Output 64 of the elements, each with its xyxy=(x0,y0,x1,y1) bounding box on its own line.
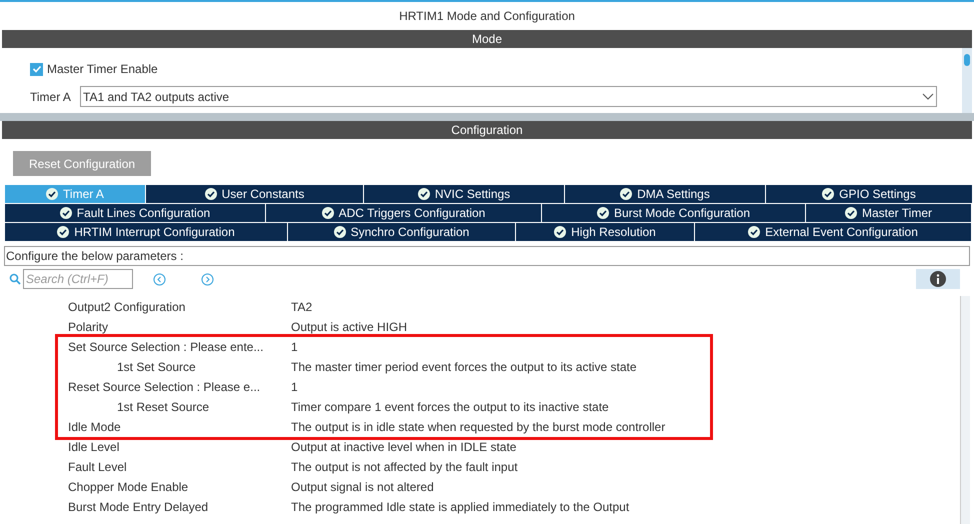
parameter-name: Chopper Mode Enable xyxy=(68,479,190,496)
check-circle-icon xyxy=(57,226,70,238)
scrollbar[interactable] xyxy=(960,296,970,524)
chevron-down-icon xyxy=(922,92,934,100)
info-icon xyxy=(930,271,946,287)
parameter-name: Reset Source Selection : Please e... xyxy=(68,379,262,396)
tab[interactable]: GPIO Settings xyxy=(766,185,972,203)
check-circle-icon xyxy=(46,188,58,200)
tab[interactable]: Fault Lines Configuration xyxy=(5,204,265,222)
parameter-name: Polarity xyxy=(68,319,110,336)
check-circle-icon xyxy=(60,207,72,219)
parameter-value[interactable]: The programmed Idle state is applied immediately to the Output xyxy=(291,498,630,516)
previous-icon[interactable] xyxy=(153,272,166,286)
check-circle-icon xyxy=(204,188,217,200)
parameter-name: Burst Mode Entry Delayed xyxy=(68,499,210,516)
parameter-value[interactable]: Output is active HIGH xyxy=(291,318,408,336)
tab[interactable]: DMA Settings xyxy=(565,185,765,203)
parameter-value[interactable]: The output is in idle state when requested by the burst mode controller xyxy=(291,418,666,436)
parameter-value[interactable]: Output signal is not altered xyxy=(291,478,434,496)
check-circle-icon xyxy=(748,226,760,238)
parameter-value[interactable]: Output at inactive level when in IDLE state xyxy=(291,438,516,456)
parameter-value[interactable]: The master timer period event forces the output to its active state xyxy=(291,358,636,376)
tab[interactable]: High Resolution xyxy=(516,223,694,241)
section-header: Mode xyxy=(2,30,972,48)
tab[interactable]: NVIC Settings xyxy=(364,185,564,203)
window-title: HRTIM1 Mode and Configuration xyxy=(398,8,576,25)
parameter-name: 1st Reset Source xyxy=(117,399,210,416)
check-circle-icon xyxy=(596,207,609,219)
check-circle-icon xyxy=(418,188,430,200)
check-circle-icon xyxy=(822,188,834,200)
tab[interactable]: Master Timer xyxy=(806,204,971,222)
next-icon[interactable] xyxy=(201,272,214,286)
instruction-text: Configure the below parameters : xyxy=(4,246,970,266)
parameter-value[interactable]: Timer compare 1 event forces the output to its inactive state xyxy=(291,398,609,416)
tab[interactable]: Synchro Configuration xyxy=(288,223,515,241)
dropdown-field[interactable]: TA1 and TA2 outputs active xyxy=(80,86,937,107)
check-circle-icon xyxy=(322,207,334,219)
check-circle-icon xyxy=(334,226,346,238)
parameter-name: 1st Set Source xyxy=(117,359,197,376)
tab[interactable]: Burst Mode Configuration xyxy=(542,204,805,222)
parameter-name: Idle Mode xyxy=(68,419,122,436)
parameter-value[interactable]: 1 xyxy=(291,378,298,396)
tab[interactable]: User Constants xyxy=(146,185,363,203)
section-header: Configuration xyxy=(2,121,972,139)
tab[interactable]: External Event Configuration xyxy=(695,223,971,241)
parameter-name: Output2 Configuration xyxy=(68,299,186,316)
check-circle-icon xyxy=(844,207,857,219)
checkbox-label: Master Timer Enable xyxy=(47,61,158,78)
parameter-value[interactable]: The output is not affected by the fault input xyxy=(291,458,518,476)
search-field[interactable]: Search (Ctrl+F) xyxy=(23,269,133,289)
parameter-name: Set Source Selection : Please ente... xyxy=(68,339,264,356)
tab[interactable]: HRTIM Interrupt Configuration xyxy=(5,223,287,241)
scrollbar[interactable] xyxy=(962,48,972,113)
parameter-value[interactable]: TA2 xyxy=(291,298,312,316)
checkbox[interactable] xyxy=(30,62,43,76)
parameter-name: Idle Level xyxy=(68,439,120,456)
parameter-value[interactable]: 1 xyxy=(291,338,298,356)
check-circle-icon xyxy=(554,226,566,238)
info-button[interactable] xyxy=(916,269,960,289)
check-circle-icon xyxy=(620,188,632,200)
tab[interactable]: ADC Triggers Configuration xyxy=(266,204,541,222)
search-icon xyxy=(9,273,21,285)
field-label: Timer A xyxy=(30,88,72,106)
parameter-name: Fault Level xyxy=(68,459,128,476)
